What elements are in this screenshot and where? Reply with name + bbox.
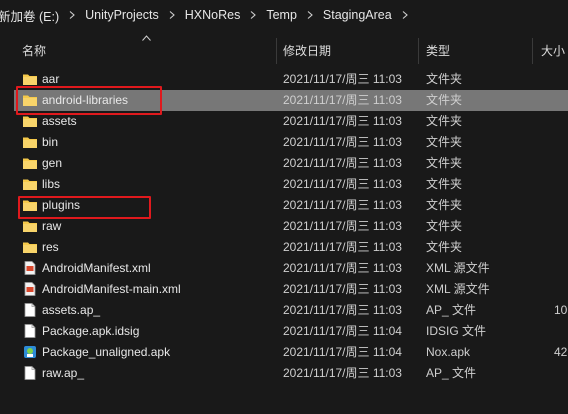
file-name: libs: [42, 177, 61, 191]
file-date: 2021/11/17/周三 11:03: [283, 135, 402, 149]
file-type: IDSIG 文件: [426, 324, 487, 338]
chevron-right-icon[interactable]: [242, 11, 264, 19]
file-date: 2021/11/17/周三 11:03: [283, 282, 402, 296]
folder-icon: [22, 156, 38, 170]
file-date: 2021/11/17/周三 11:03: [283, 219, 402, 233]
file-type: 文件夹: [426, 114, 463, 128]
chevron-right-icon[interactable]: [394, 11, 416, 19]
file-name: Package_unaligned.apk: [42, 345, 171, 359]
file-name: res: [42, 240, 59, 254]
file-date: 2021/11/17/周三 11:04: [283, 324, 402, 338]
xml-file-icon: [22, 282, 38, 296]
file-date: 2021/11/17/周三 11:03: [283, 198, 402, 212]
folder-icon: [22, 135, 38, 149]
breadcrumb-item-unityprojects[interactable]: UnityProjects: [83, 8, 161, 22]
breadcrumb-item-hxnores[interactable]: HXNoRes: [183, 8, 243, 22]
chevron-right-icon[interactable]: [61, 11, 83, 19]
file-date: 2021/11/17/周三 11:03: [283, 72, 402, 86]
file-row[interactable]: gen 2021/11/17/周三 11:03 文件夹: [0, 153, 568, 174]
file-date: 2021/11/17/周三 11:03: [283, 156, 402, 170]
breadcrumb-item-drive[interactable]: 新加卷 (E:): [0, 6, 61, 25]
highlight-box-android-libraries: [16, 86, 162, 115]
file-type: 文件夹: [426, 177, 463, 191]
file-type: 文件夹: [426, 219, 463, 233]
file-date: 2021/11/17/周三 11:03: [283, 177, 402, 191]
file-date: 2021/11/17/周三 11:03: [283, 366, 402, 380]
file-date: 2021/11/17/周三 11:03: [283, 114, 402, 128]
column-divider[interactable]: [532, 38, 533, 64]
chevron-right-icon[interactable]: [161, 11, 183, 19]
file-date: 2021/11/17/周三 11:03: [283, 93, 402, 107]
xml-file-icon: [22, 261, 38, 275]
folder-icon: [22, 240, 38, 254]
file-type: 文件夹: [426, 72, 463, 86]
file-date: 2021/11/17/周三 11:04: [283, 345, 402, 359]
file-type: 文件夹: [426, 93, 463, 107]
file-type: Nox.apk: [426, 345, 471, 359]
file-row[interactable]: Package.apk.idsig 2021/11/17/周三 11:04 IDSI…: [0, 321, 568, 342]
file-name: AndroidManifest-main.xml: [42, 282, 181, 296]
column-header-size[interactable]: 大小: [541, 34, 568, 66]
file-row[interactable]: Package_unaligned.apk 2021/11/17/周三 11:04…: [0, 342, 568, 363]
file-row[interactable]: AndroidManifest-main.xml 2021/11/17/周三 11…: [0, 279, 568, 300]
column-divider[interactable]: [418, 38, 419, 64]
file-row[interactable]: raw.ap_ 2021/11/17/周三 11:03 AP_ 文件: [0, 363, 568, 384]
file-row[interactable]: bin 2021/11/17/周三 11:03 文件夹: [0, 132, 568, 153]
file-size: 42: [554, 345, 568, 359]
file-name: assets.ap_: [42, 303, 101, 317]
folder-icon: [22, 177, 38, 191]
file-type: XML 源文件: [426, 282, 490, 296]
file-row[interactable]: AndroidManifest.xml 2021/11/17/周三 11:03 XM…: [0, 258, 568, 279]
file-icon: [22, 324, 38, 338]
highlight-box-plugins: [18, 196, 151, 219]
file-name: bin: [42, 135, 59, 149]
file-icon: [22, 303, 38, 317]
apk-icon: [22, 345, 38, 359]
file-type: 文件夹: [426, 135, 463, 149]
file-type: 文件夹: [426, 156, 463, 170]
file-name: gen: [42, 156, 63, 170]
file-name: raw.ap_: [42, 366, 85, 380]
sort-ascending-icon: [142, 35, 151, 41]
file-name: Package.apk.idsig: [42, 324, 140, 338]
column-header-type[interactable]: 类型: [426, 34, 526, 66]
file-name: raw: [42, 219, 62, 233]
file-type: XML 源文件: [426, 261, 490, 275]
column-header-bar: 名称 修改日期 类型 大小: [0, 34, 568, 66]
folder-icon: [22, 114, 38, 128]
file-row[interactable]: raw 2021/11/17/周三 11:03 文件夹: [0, 216, 568, 237]
file-date: 2021/11/17/周三 11:03: [283, 303, 402, 317]
column-header-date[interactable]: 修改日期: [283, 34, 413, 66]
file-name: AndroidManifest.xml: [42, 261, 151, 275]
file-type: AP_ 文件: [426, 303, 477, 317]
breadcrumb: 新加卷 (E:) UnityProjects HXNoRes Temp Stag…: [0, 0, 568, 30]
file-icon: [22, 366, 38, 380]
file-row[interactable]: assets.ap_ 2021/11/17/周三 11:03 AP_ 文件 10: [0, 300, 568, 321]
folder-icon: [22, 219, 38, 233]
file-row[interactable]: res 2021/11/17/周三 11:03 文件夹: [0, 237, 568, 258]
file-size: 10: [554, 303, 568, 317]
file-date: 2021/11/17/周三 11:03: [283, 261, 402, 275]
column-divider[interactable]: [276, 38, 277, 64]
chevron-right-icon[interactable]: [299, 11, 321, 19]
breadcrumb-item-stagingarea[interactable]: StagingArea: [321, 8, 394, 22]
file-row[interactable]: libs 2021/11/17/周三 11:03 文件夹: [0, 174, 568, 195]
file-date: 2021/11/17/周三 11:03: [283, 240, 402, 254]
file-type: 文件夹: [426, 240, 463, 254]
file-type: 文件夹: [426, 198, 463, 212]
folder-icon: [22, 72, 38, 86]
file-type: AP_ 文件: [426, 366, 477, 380]
breadcrumb-item-temp[interactable]: Temp: [264, 8, 299, 22]
